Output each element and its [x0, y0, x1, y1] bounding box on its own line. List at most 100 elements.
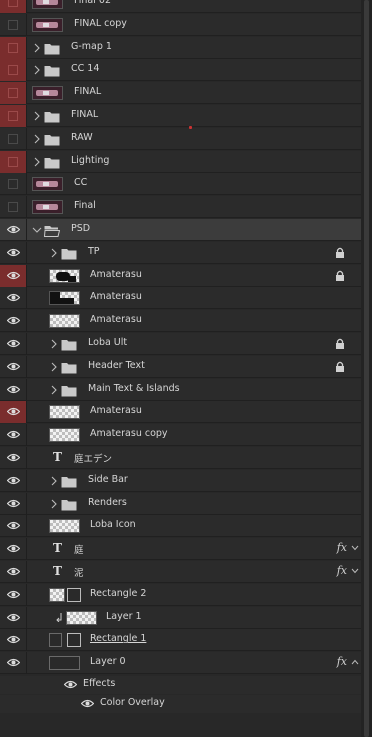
layer-row[interactable]: Amaterasu [0, 310, 361, 333]
visibility-toggle[interactable] [0, 173, 27, 196]
visibility-toggle[interactable] [0, 219, 27, 241]
layer-row[interactable]: Final 02 [0, 0, 361, 13]
visibility-toggle[interactable] [0, 447, 27, 469]
eye-icon[interactable] [7, 521, 20, 530]
eye-icon[interactable] [7, 248, 20, 257]
layer-name[interactable]: Amaterasu [90, 269, 142, 280]
layer-row[interactable]: FINAL [0, 105, 361, 127]
layer-row[interactable]: FINAL copy [0, 13, 361, 36]
layer-name[interactable]: Amaterasu [90, 405, 142, 416]
layer-row[interactable]: Amaterasu [0, 401, 361, 424]
chevron-right-icon[interactable] [49, 475, 59, 487]
layer-name[interactable]: 庭エデン [74, 451, 112, 465]
eye-icon[interactable] [81, 699, 94, 708]
fx-icon[interactable]: fx [337, 655, 347, 668]
visibility-box[interactable] [8, 42, 18, 53]
layer-name[interactable]: Side Bar [88, 474, 128, 485]
visibility-toggle[interactable] [0, 583, 27, 606]
eye-icon[interactable] [7, 430, 20, 439]
layer-row[interactable]: CC [0, 173, 361, 196]
eye-icon[interactable] [7, 499, 20, 508]
layer-row[interactable]: Side Bar [0, 469, 361, 492]
visibility-box[interactable] [8, 88, 18, 99]
eye-icon[interactable] [7, 339, 20, 348]
chevron-right-icon[interactable] [49, 361, 59, 373]
layer-row[interactable]: T 泥 fx [0, 561, 361, 583]
layer-row[interactable]: Amaterasu [0, 264, 361, 287]
eye-icon[interactable] [7, 567, 20, 576]
chevron-right-icon[interactable] [49, 338, 59, 350]
layer-name[interactable]: CC 14 [71, 63, 99, 74]
layer-name[interactable]: G-map 1 [71, 41, 112, 52]
layer-row[interactable]: T 庭エデン [0, 447, 361, 469]
layer-name[interactable]: 庭 [74, 542, 84, 556]
layer-row[interactable]: Final [0, 196, 361, 219]
layer-row[interactable]: PSD [0, 219, 361, 241]
scrollbar-thumb[interactable] [364, 0, 369, 737]
layer-name[interactable]: TP [88, 246, 100, 257]
fx-icon[interactable]: fx [337, 564, 347, 577]
chevron-right-icon[interactable] [32, 133, 42, 145]
visibility-box[interactable] [8, 133, 18, 144]
chevron-down-icon[interactable] [351, 568, 359, 574]
layer-row[interactable]: Loba Ult [0, 333, 361, 355]
chevron-right-icon[interactable] [32, 64, 42, 76]
chevron-right-icon[interactable] [49, 247, 59, 259]
layer-name[interactable]: FINAL copy [74, 18, 127, 29]
eye-icon[interactable] [7, 407, 20, 416]
visibility-toggle[interactable] [0, 652, 27, 675]
layer-row[interactable]: Layer 1 [0, 606, 361, 629]
layer-name[interactable]: Header Text [88, 360, 145, 371]
visibility-toggle[interactable] [0, 13, 27, 36]
chevron-down-icon[interactable] [32, 224, 42, 236]
visibility-box[interactable] [8, 179, 18, 190]
layer-name[interactable]: FINAL [71, 109, 98, 120]
layer-name[interactable]: Loba Ult [88, 337, 127, 348]
layer-name[interactable]: Renders [88, 497, 127, 508]
visibility-toggle[interactable] [0, 196, 27, 219]
eye-icon[interactable] [7, 316, 20, 325]
visibility-toggle[interactable] [0, 59, 27, 82]
visibility-toggle[interactable] [0, 515, 27, 538]
chevron-up-icon[interactable] [351, 659, 359, 665]
visibility-toggle[interactable] [0, 561, 27, 583]
eye-icon[interactable] [7, 385, 20, 394]
layer-row[interactable]: TP [0, 241, 361, 264]
visibility-toggle[interactable] [0, 355, 27, 378]
layer-row[interactable]: RAW [0, 127, 361, 150]
layer-name[interactable]: Final 02 [74, 0, 111, 6]
layer-name[interactable]: PSD [71, 223, 90, 234]
chevron-right-icon[interactable] [32, 110, 42, 122]
layer-row[interactable]: Rectangle 2 [0, 583, 361, 606]
visibility-toggle[interactable] [0, 105, 27, 127]
visibility-toggle[interactable] [0, 150, 27, 173]
visibility-toggle[interactable] [0, 606, 27, 629]
visibility-toggle[interactable] [0, 492, 27, 515]
layer-name[interactable]: RAW [71, 132, 93, 143]
layer-row[interactable]: G-map 1 [0, 36, 361, 59]
visibility-toggle[interactable] [0, 629, 27, 652]
eye-icon[interactable] [7, 225, 20, 234]
layer-name[interactable]: Rectangle 1 [90, 633, 146, 644]
visibility-box[interactable] [8, 156, 18, 167]
visibility-box[interactable] [8, 0, 18, 7]
layer-name[interactable]: Rectangle 2 [90, 588, 146, 599]
chevron-right-icon[interactable] [32, 156, 42, 168]
visibility-toggle[interactable] [0, 333, 27, 355]
visibility-box[interactable] [8, 111, 18, 121]
layer-name[interactable]: Amaterasu [90, 314, 142, 325]
visibility-toggle[interactable] [0, 127, 27, 150]
eye-icon[interactable] [7, 658, 20, 667]
eye-icon[interactable] [7, 590, 20, 599]
layer-row[interactable]: Layer 0 fx [0, 652, 361, 675]
layer-row[interactable]: Lighting [0, 150, 361, 173]
visibility-box[interactable] [8, 65, 18, 76]
fx-icon[interactable]: fx [337, 541, 347, 554]
eye-icon[interactable] [7, 635, 20, 644]
layer-name[interactable]: Amaterasu [90, 291, 142, 302]
visibility-toggle[interactable] [0, 241, 27, 264]
chevron-right-icon[interactable] [49, 498, 59, 510]
layer-name[interactable]: 泥 [74, 565, 84, 579]
scrollbar[interactable] [361, 0, 372, 737]
layer-row[interactable]: Amaterasu [0, 287, 361, 310]
